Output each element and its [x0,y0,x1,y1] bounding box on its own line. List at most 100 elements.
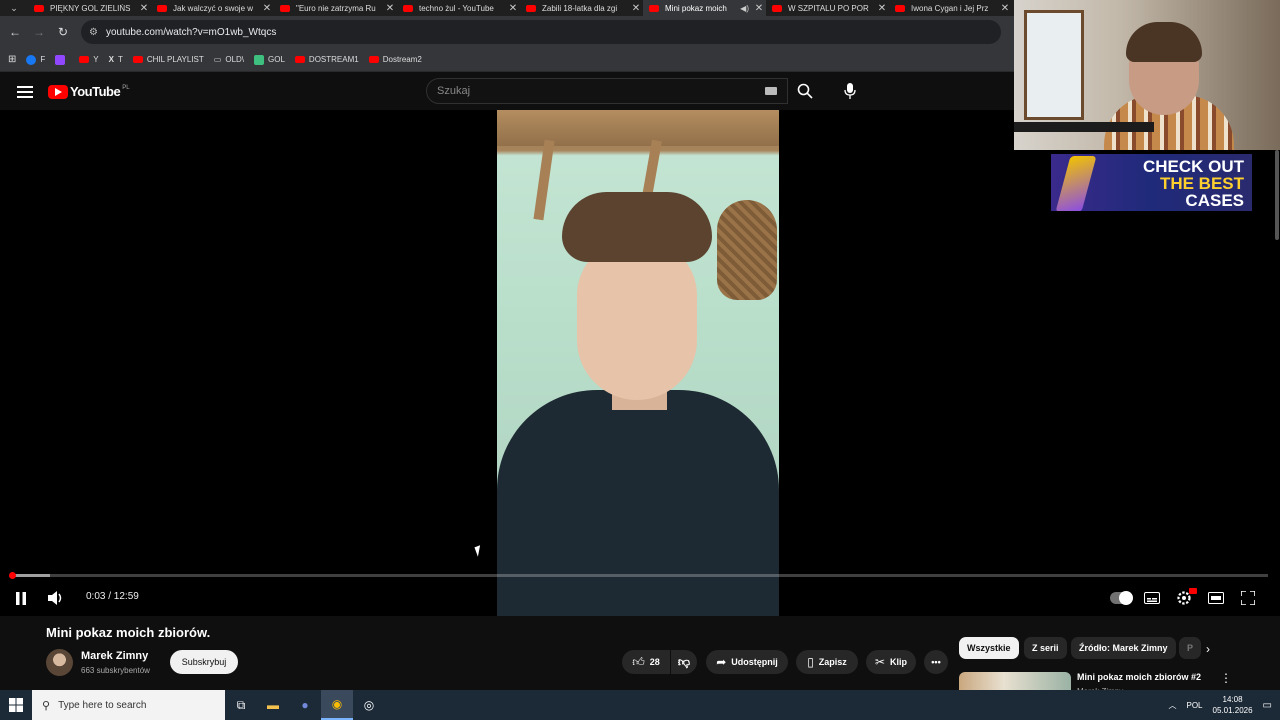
channel-name[interactable]: Marek Zimny [81,650,148,662]
file-explorer-icon[interactable]: ▬ [257,690,289,720]
youtube-favicon-icon [34,4,44,12]
youtube-header: YouTube PL Szukaj [0,73,1014,110]
discord-icon[interactable]: ● [289,690,321,720]
bookmark-gol[interactable]: GOL [254,54,285,65]
browser-tab[interactable]: "Euro nie zatrzyma Ru ✕ [274,0,397,16]
voice-search-button[interactable] [836,78,864,104]
webcam-overlay [1014,0,1280,150]
browser-tab[interactable]: W SZPITALU PO POR ✕ [766,0,889,16]
bookmark-folder-old[interactable]: ▭ OLD\ [214,55,244,64]
progress-scrubber[interactable] [9,572,16,579]
reload-icon[interactable]: ↻ [51,25,75,39]
bookmark-x[interactable]: XT [109,55,123,64]
more-horizontal-icon: ••• [931,657,941,667]
chip-more[interactable]: P [1179,637,1201,659]
url-text: youtube.com/watch?v=mO1wb_Wtqcs [105,26,277,38]
youtube-icon [368,56,379,63]
menu-hamburger-icon[interactable] [17,85,33,98]
pause-icon [16,591,26,605]
channel-avatar[interactable] [46,649,73,676]
browser-tab-active[interactable]: Mini pokaz moich ◀) ✕ [643,0,766,16]
clip-button[interactable]: ✂ Klip [866,650,916,674]
search-input[interactable]: Szukaj [426,78,788,104]
youtube-play-logo-icon [48,84,68,99]
more-actions-button[interactable]: ••• [924,650,948,674]
chip-all[interactable]: Wszystkie [959,637,1019,659]
bookmark-youtube[interactable]: Y [79,55,99,64]
site-info-icon[interactable]: ⚙ [89,27,98,38]
volume-button[interactable] [46,588,66,608]
browser-tab[interactable]: Zabili 18-latka dla zgi ✕ [520,0,643,16]
taskbar-clock[interactable]: 14:08 05.01.2026 [1213,694,1253,716]
gol-site-icon [254,54,265,65]
x-logo-icon: X [108,55,114,64]
bookmark-facebook[interactable]: F [26,54,45,65]
recommended-thumbnail[interactable] [959,672,1071,692]
close-tab-icon[interactable]: ✕ [260,3,274,14]
chip-series[interactable]: Z serii [1024,637,1067,659]
close-tab-icon[interactable]: ✕ [506,3,520,14]
subtitles-icon [1144,592,1160,604]
chevron-right-icon[interactable]: › [1206,642,1210,656]
close-tab-icon[interactable]: ✕ [998,3,1012,14]
obs-icon[interactable]: ◎ [353,690,385,720]
youtube-favicon-icon [772,4,782,12]
shelf-image [497,110,779,146]
windows-logo-icon [9,698,23,712]
bookmark-twitch[interactable] [55,54,69,65]
like-button[interactable]: 👍︎ 28 [622,650,670,674]
keyboard-icon[interactable] [765,87,777,95]
close-tab-icon[interactable]: ✕ [752,3,766,14]
close-tab-icon[interactable]: ✕ [137,3,151,14]
taskbar-search-input[interactable]: ⚲ Type here to search [32,690,225,720]
share-arrow-icon: ➦ [716,655,727,669]
more-vertical-icon[interactable]: ⋮ [1220,671,1232,685]
pause-button[interactable] [12,588,30,608]
url-field[interactable]: ⚙ youtube.com/watch?v=mO1wb_Wtqcs [81,20,1001,44]
microphone-arm-image [1014,122,1154,132]
dislike-button[interactable]: 👎︎ [671,650,697,674]
recommended-title[interactable]: Mini pokaz moich zbiorów #2 [1077,672,1201,682]
bookmark-icon: ▯ [807,655,814,669]
tray-expand-icon[interactable]: ︿ [1168,700,1176,711]
close-tab-icon[interactable]: ✕ [383,3,397,14]
youtube-icon [294,56,305,63]
microphone-icon [844,83,856,99]
browser-tab[interactable]: techno żul - YouTube ✕ [397,0,520,16]
browser-tab[interactable]: PIĘKNY GOL ZIELIŃS ✕ [28,0,151,16]
chrome-icon[interactable]: ◉ [321,690,353,720]
bookmark-dostream1[interactable]: DOSTREAM1 [294,55,359,64]
subtitles-button[interactable] [1142,588,1162,608]
start-button[interactable] [0,690,32,720]
browser-tab[interactable]: Jak walczyć o swoje w ✕ [151,0,274,16]
language-indicator[interactable]: POL [1186,701,1202,710]
page-scrollbar[interactable] [1275,150,1279,240]
system-tray: ︿ POL 14:08 05.01.2026 ▭ [1168,690,1280,720]
apps-grid-icon[interactable]: ⊞ [8,54,16,65]
audio-playing-icon[interactable]: ◀) [740,4,749,13]
basket-image [717,200,777,300]
notifications-icon[interactable]: ▭ [1263,700,1272,711]
fullscreen-button[interactable] [1238,588,1258,608]
task-view-icon[interactable]: ⧉ [225,690,257,720]
progress-bar[interactable] [12,574,1268,577]
youtube-favicon-icon [157,4,167,12]
back-arrow-icon[interactable]: ← [3,25,27,39]
chip-source[interactable]: Źródło: Marek Zimny [1071,637,1176,659]
bookmark-dostream2[interactable]: Dostream2 [368,55,422,64]
browser-tab[interactable]: Iwona Cygan i Jej Prz ✕ [889,0,1012,16]
youtube-logo[interactable]: YouTube PL [48,84,130,99]
search-button[interactable] [788,78,822,104]
subscribe-button[interactable]: Subskrybuj [170,650,238,674]
save-button[interactable]: ▯ Zapisz [796,650,858,674]
search-icon: ⚲ [42,699,51,712]
tab-search-icon[interactable]: ⌄ [0,0,28,16]
forward-arrow-icon[interactable]: → [27,25,51,39]
miniplayer-button[interactable] [1206,588,1226,608]
share-button[interactable]: ➦ Udostępnij [706,650,788,674]
bookmark-chil-playlist[interactable]: CHIL PLAYLIST [132,55,204,64]
volume-icon [48,591,62,605]
close-tab-icon[interactable]: ✕ [875,3,889,14]
close-tab-icon[interactable]: ✕ [629,3,643,14]
autoplay-toggle[interactable] [1110,591,1133,605]
